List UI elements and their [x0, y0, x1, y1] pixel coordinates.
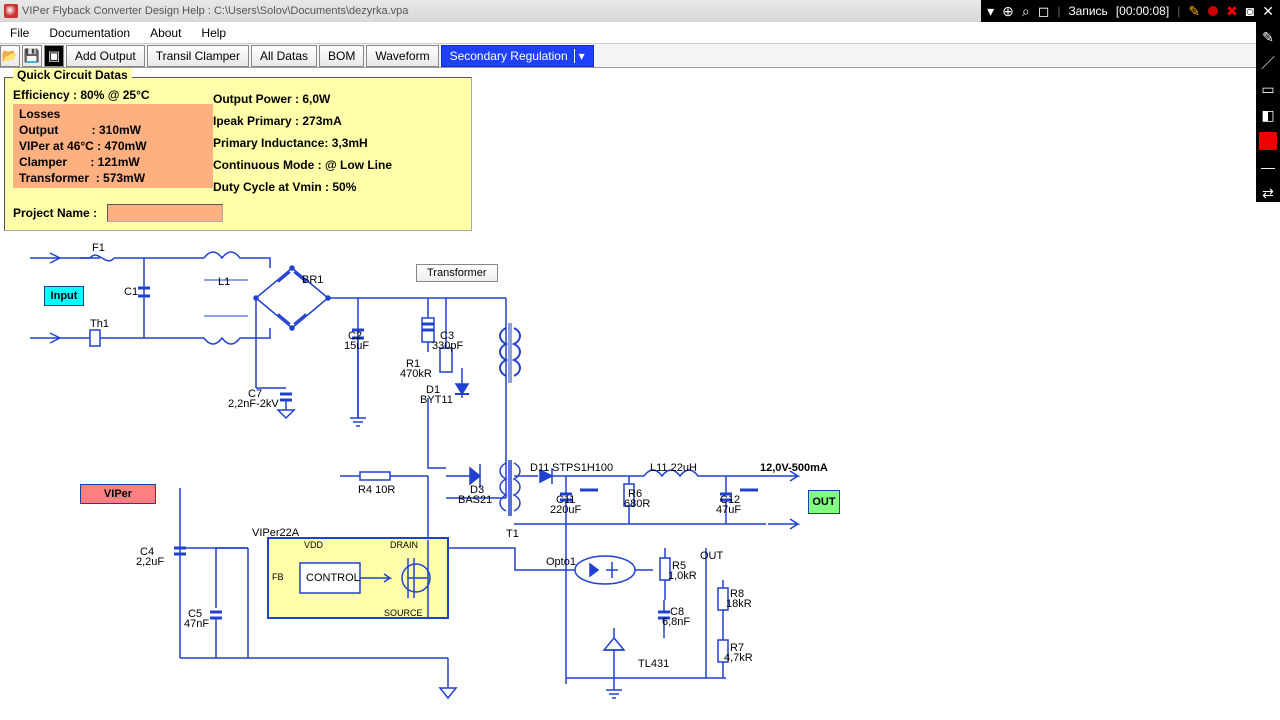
record-label: Запись: [1068, 4, 1107, 18]
secondary-regulation-dropdown[interactable]: Secondary Regulation ▾: [441, 45, 594, 67]
search-icon[interactable]: ⊕: [1002, 3, 1014, 20]
c2v-label: 15uF: [344, 340, 369, 352]
magnify-icon[interactable]: ⌕: [1022, 3, 1030, 20]
th1-label: Th1: [90, 318, 109, 330]
losses-title: Losses: [19, 106, 207, 122]
right-col: Output Power : 6,0W Ipeak Primary : 273m…: [213, 88, 453, 198]
loss-viper: VIPer at 46°C : 470mW: [19, 138, 207, 154]
c3v-label: 330pF: [432, 340, 463, 352]
loss-clamper: Clamper : 121mW: [19, 154, 207, 170]
viper22a-label: VIPer22A: [252, 527, 299, 539]
full-icon[interactable]: ◻: [1038, 3, 1050, 20]
d1v-label: BYT11: [420, 394, 453, 406]
control-label: CONTROL: [306, 572, 360, 584]
continuous-mode: Continuous Mode : @ Low Line: [213, 154, 453, 176]
fb-label: FB: [272, 572, 284, 582]
print-icon[interactable]: ▣: [44, 45, 64, 67]
app-icon: [4, 4, 18, 18]
menu-help[interactable]: Help: [191, 26, 236, 40]
close-icon[interactable]: ✕: [1262, 3, 1274, 20]
project-name-input[interactable]: [107, 204, 223, 222]
r4-label: R4 10R: [358, 484, 395, 496]
loss-transformer: Transformer : 573mW: [19, 170, 207, 186]
efficiency-text: Efficiency : 80% @ 25°C: [13, 88, 213, 102]
all-datas-button[interactable]: All Datas: [251, 45, 317, 67]
toolbar: 📂 💾 ▣ Add Output Transil Clamper All Dat…: [0, 44, 1280, 68]
menu-about[interactable]: About: [140, 26, 191, 40]
c7v-label: 2,2nF-2kV: [228, 398, 279, 410]
project-name-label: Project Name :: [13, 206, 97, 220]
duty-cycle: Duty Cycle at Vmin : 50%: [213, 176, 453, 198]
c12v-label: 47uF: [716, 504, 741, 516]
output-power: Output Power : 6,0W: [213, 88, 453, 110]
menu-bar: File Documentation About Help: [0, 22, 1280, 44]
save-icon[interactable]: 💾: [22, 45, 42, 67]
drain-label: DRAIN: [390, 540, 418, 550]
d11-label: D11: [530, 462, 549, 474]
r7v-label: 4,7kR: [724, 652, 753, 664]
r8v-label: 18kR: [726, 598, 752, 610]
panel-legend: Quick Circuit Datas: [13, 68, 132, 82]
transformer-button[interactable]: Transformer: [416, 264, 498, 282]
x-icon[interactable]: ✖: [1226, 3, 1238, 20]
source-label: SOURCE: [384, 608, 423, 618]
screen-recorder-bar[interactable]: ▾ ⊕ ⌕ ◻ | Запись [00:00:08] | ✎ ✖ ◙ ✕: [981, 0, 1280, 22]
r5v-label: 1,0kR: [668, 570, 697, 582]
menu-file[interactable]: File: [0, 26, 39, 40]
l1-label: L1: [218, 276, 230, 288]
c11v-label: 220uF: [550, 504, 581, 516]
r1v-label: 470kR: [400, 368, 432, 380]
camera-icon[interactable]: ◙: [1246, 3, 1254, 19]
add-output-button[interactable]: Add Output: [66, 45, 145, 67]
window-title: VIPer Flyback Converter Design Help : C:…: [22, 5, 408, 17]
title-bar: VIPer Flyback Converter Design Help : C:…: [0, 0, 1280, 22]
c4v-label: 2,2uF: [136, 556, 164, 568]
record-time: [00:00:08]: [1116, 4, 1169, 18]
c5v-label: 47nF: [184, 618, 209, 630]
d3v-label: BAS21: [458, 494, 492, 506]
out-block[interactable]: OUT: [808, 490, 840, 514]
vdd-label: VDD: [304, 540, 323, 550]
loss-output: Output : 310mW: [19, 122, 207, 138]
primary-inductance: Primary Inductance: 3,3mH: [213, 132, 453, 154]
output-spec: 12,0V-500mA: [760, 462, 828, 474]
viper-block[interactable]: VIPer: [80, 484, 156, 504]
pencil-icon[interactable]: ✎: [1188, 3, 1200, 20]
chevron-down-icon: ▾: [574, 49, 585, 63]
dropdown-label: Secondary Regulation: [450, 49, 568, 63]
losses-box: Losses Output : 310mW VIPer at 46°C : 47…: [13, 104, 213, 188]
t1-label: T1: [506, 528, 519, 540]
quick-circuit-datas-panel: Quick Circuit Datas Efficiency : 80% @ 2…: [4, 70, 472, 231]
l11-label: L11 22uH: [650, 462, 697, 474]
transil-clamper-button[interactable]: Transil Clamper: [147, 45, 249, 67]
input-block[interactable]: Input: [44, 286, 84, 306]
stop-icon[interactable]: [1208, 6, 1218, 16]
c1-label: C1: [124, 286, 138, 298]
open-icon[interactable]: 📂: [0, 45, 20, 67]
d11v-label: STPS1H100: [552, 462, 613, 474]
bom-button[interactable]: BOM: [319, 45, 364, 67]
f1-label: F1: [92, 242, 105, 254]
pen-icon[interactable]: ✎: [1259, 28, 1277, 46]
r6v-label: 680R: [624, 498, 650, 510]
out-text: OUT: [700, 550, 723, 562]
waveform-button[interactable]: Waveform: [366, 45, 438, 67]
opto-label: Opto1: [546, 556, 576, 568]
dropdown-icon[interactable]: ▾: [987, 3, 994, 20]
c8v-label: 6,8nF: [662, 616, 690, 628]
ipeak-primary: Ipeak Primary : 273mA: [213, 110, 453, 132]
tl431-label: TL431: [638, 658, 669, 670]
menu-documentation[interactable]: Documentation: [39, 26, 140, 40]
br1-label: BR1: [302, 274, 323, 286]
